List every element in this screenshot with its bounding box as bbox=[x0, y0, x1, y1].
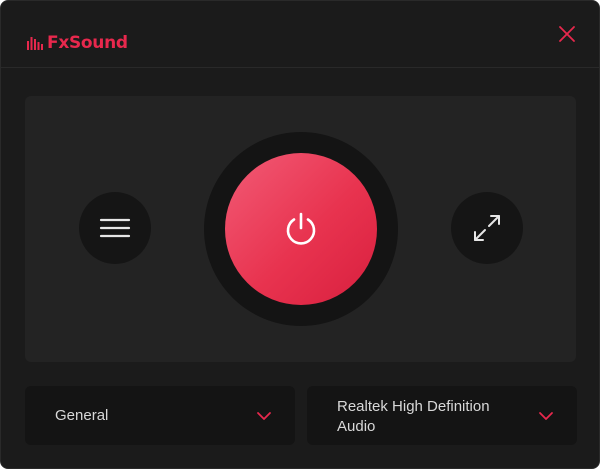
app-name: FxSound bbox=[47, 33, 128, 53]
power-button[interactable] bbox=[225, 153, 377, 305]
fxsound-window: FxSound General Realtek High Definition … bbox=[0, 0, 600, 469]
chevron-down-icon bbox=[257, 412, 271, 420]
hamburger-menu-icon bbox=[99, 218, 131, 238]
chevron-down-icon bbox=[539, 412, 553, 420]
close-button[interactable] bbox=[555, 22, 579, 46]
device-selected-label: Realtek High Definition Audio bbox=[337, 398, 490, 435]
sound-bars-icon bbox=[27, 37, 43, 50]
app-logo: FxSound bbox=[27, 32, 128, 54]
power-icon bbox=[286, 212, 316, 245]
close-icon bbox=[559, 26, 575, 42]
main-control-panel bbox=[25, 96, 576, 362]
title-bar: FxSound bbox=[1, 1, 599, 68]
preset-dropdown[interactable]: General bbox=[25, 386, 295, 445]
menu-button[interactable] bbox=[79, 192, 151, 264]
power-button-ring bbox=[204, 132, 398, 326]
expand-button[interactable] bbox=[451, 192, 523, 264]
preset-selected-label: General bbox=[55, 407, 109, 424]
output-device-dropdown[interactable]: Realtek High Definition Audio bbox=[307, 386, 577, 445]
expand-icon bbox=[474, 215, 500, 241]
